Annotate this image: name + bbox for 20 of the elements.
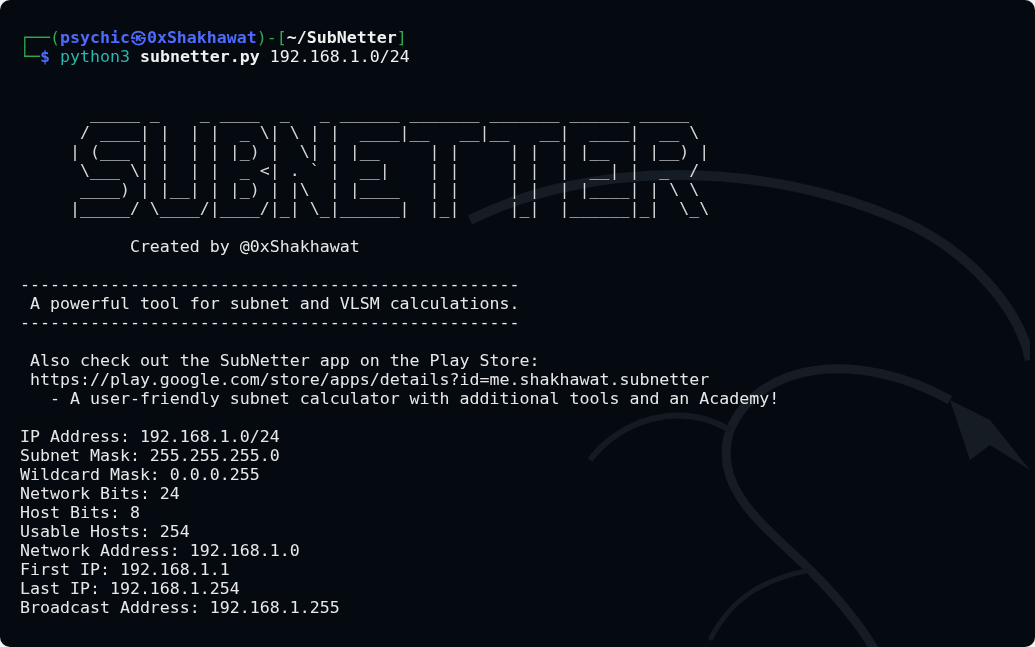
result-line: Subnet Mask: 255.255.255.0	[20, 446, 280, 465]
result-line: IP Address: 192.168.1.0/24	[20, 427, 280, 446]
result-line: First IP: 192.168.1.1	[20, 560, 230, 579]
divider-text: --------------------------------------------------	[20, 275, 520, 294]
promo-text: Also check out the SubNetter app on the Play Store:	[30, 351, 540, 370]
result-line: Last IP: 192.168.1.254	[20, 579, 240, 598]
ascii-art-title: _____ _ _ ____ _ _ ______ _______ _______ ______ _____ / ____| | | | _ \| \ | | ____|__ __|__ __| ____| __ \ | (___ | | | | |_) | \| | |__ | | | | | |__ | |__) | \___ \| | | | _ <| . ` | __| | | | | | __| | _ / ____) | |__| | |_) | |\ | |____ | | | | | |____| | \ \ |_____/ \____/|____/|_| \_|______| |_| |_| |______|_| \_\	[69, 104, 710, 218]
result-line: Usable Hosts: 254	[20, 522, 190, 541]
store-url-text: https://play.google.com/store/apps/details?id=me.shakhawat.subnetter	[30, 370, 710, 389]
command-line: └─$ python3 subnetter.py 192.168.1.0/24	[20, 47, 411, 66]
result-line: Wildcard Mask: 0.0.0.255	[20, 465, 260, 484]
promo-note-text: - A user-friendly subnet calculator with additional tools and an Academy!	[49, 389, 780, 408]
divider-text: --------------------------------------------------	[20, 313, 520, 332]
result-line: Host Bits: 8	[20, 503, 140, 522]
result-line: Broadcast Address: 192.168.1.255	[20, 598, 340, 617]
result-line: Network Address: 192.168.1.0	[20, 541, 300, 560]
tagline-text: A powerful tool for subnet and VLSM calculations.	[30, 294, 520, 313]
prompt-line: ┌──(psychic㉿0xShakhawat)-[~/SubNetter]	[20, 28, 408, 47]
result-line: Network Bits: 24	[20, 484, 180, 503]
credit-text: Created by @0xShakhawat	[129, 237, 360, 256]
